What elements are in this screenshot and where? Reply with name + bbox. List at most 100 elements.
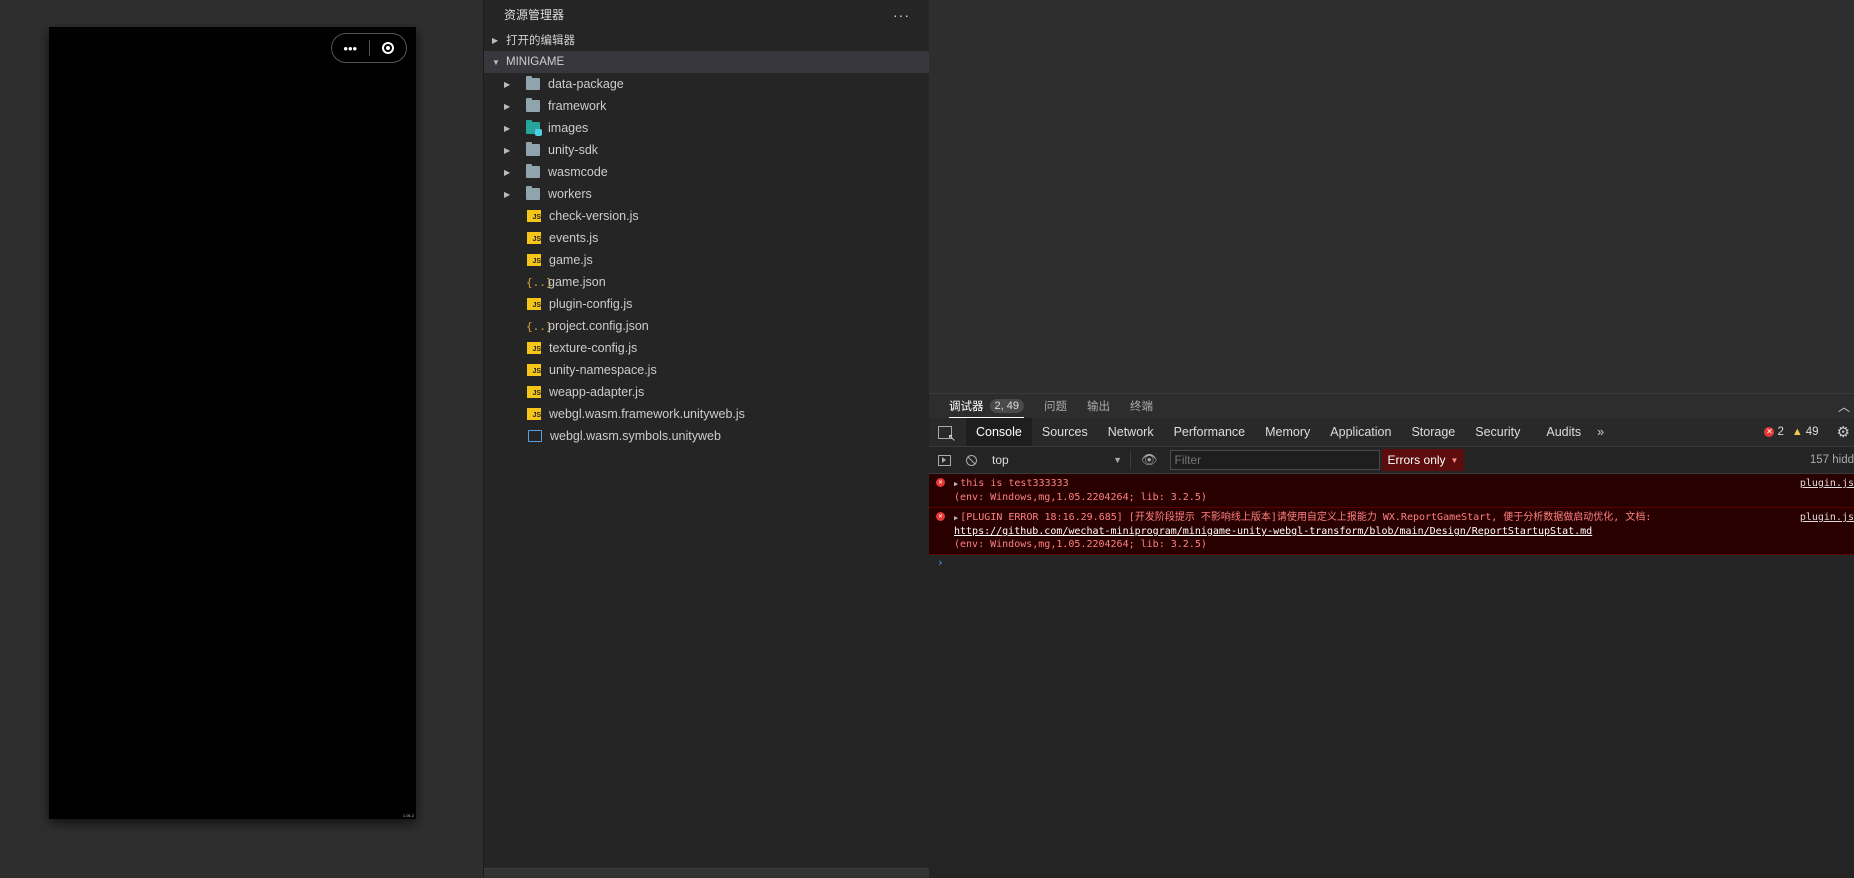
tab-output[interactable]: 输出 bbox=[1087, 394, 1110, 418]
tree-item[interactable]: ▶ framework bbox=[484, 95, 930, 117]
explorer-bottom-section[interactable] bbox=[484, 868, 930, 877]
js-file-icon: JS bbox=[527, 298, 541, 310]
tree-item-label: images bbox=[548, 121, 589, 135]
chevron-right-icon: ▶ bbox=[492, 35, 499, 45]
tree-item-label: game.js bbox=[549, 253, 593, 267]
tree-item[interactable]: ▶ images bbox=[484, 117, 930, 139]
tree-item[interactable]: JS events.js bbox=[484, 227, 930, 249]
tab-storage[interactable]: Storage bbox=[1401, 418, 1465, 446]
project-section[interactable]: ▼ MINIGAME bbox=[484, 51, 930, 73]
tree-item-label: texture-config.js bbox=[549, 341, 638, 355]
hidden-count: 157 hidd bbox=[1809, 454, 1854, 466]
tree-item[interactable]: ▶ data-package bbox=[484, 73, 930, 95]
source-link[interactable]: plugin.js bbox=[1800, 511, 1854, 524]
explorer-header: 资源管理器 ··· bbox=[484, 0, 930, 29]
log-levels-dropdown[interactable]: Errors only ▼ bbox=[1381, 449, 1465, 471]
sidebar-toggle-icon[interactable] bbox=[938, 454, 951, 466]
error-icon: ✕ bbox=[936, 478, 945, 487]
explorer-title: 资源管理器 bbox=[504, 8, 565, 22]
tab-sources[interactable]: Sources bbox=[1032, 418, 1098, 446]
gear-icon[interactable]: ⚙ bbox=[1837, 423, 1850, 441]
simulator-screen[interactable]: ••• 1.05.2 bbox=[49, 27, 416, 819]
tree-item[interactable]: {..} game.json bbox=[484, 271, 930, 293]
context-select[interactable]: top ▼ bbox=[992, 450, 1131, 470]
tree-item-label: webgl.wasm.framework.unityweb.js bbox=[549, 407, 745, 421]
console-error-message[interactable]: ✕ ▶ [PLUGIN ERROR 18:16.29.685] [开发阶段提示 不… bbox=[929, 508, 1854, 555]
dropdown-arrow-icon: ▼ bbox=[1450, 455, 1459, 465]
tree-item[interactable]: webgl.wasm.symbols.unityweb bbox=[484, 425, 930, 447]
tree-item-label: game.json bbox=[548, 275, 606, 289]
folder-icon bbox=[526, 142, 540, 156]
tab-label: 终端 bbox=[1129, 401, 1153, 413]
image-folder-icon bbox=[526, 120, 542, 136]
js-file-icon: JS bbox=[527, 254, 541, 266]
tree-item-label: check-version.js bbox=[549, 209, 639, 223]
expand-triangle-icon[interactable]: ▶ bbox=[954, 480, 958, 488]
file-icon bbox=[528, 430, 542, 442]
tree-item[interactable]: ▶ wasmcode bbox=[484, 161, 930, 183]
inspect-element-icon[interactable] bbox=[938, 425, 956, 444]
tab-network[interactable]: Network bbox=[1098, 418, 1164, 446]
tree-item-label: data-package bbox=[548, 77, 624, 91]
message-text: this is test333333 bbox=[960, 478, 1069, 489]
issue-counters[interactable]: ✕ 2 ▲ 49 ⚙ bbox=[1764, 418, 1854, 446]
tree-item[interactable]: JS plugin-config.js bbox=[484, 293, 930, 315]
tree-item[interactable]: JS texture-config.js bbox=[484, 337, 930, 359]
more-menu-button[interactable]: ••• bbox=[332, 34, 369, 62]
tab-audits[interactable]: Audits bbox=[1536, 418, 1591, 446]
js-file-icon: JS bbox=[527, 386, 541, 398]
folder-icon bbox=[526, 164, 540, 178]
debugger-count-badge: 2, 49 bbox=[989, 398, 1024, 413]
dropdown-arrow-icon: ▼ bbox=[1113, 455, 1122, 465]
chevron-up-icon[interactable]: ︿ bbox=[1838, 398, 1850, 415]
clear-console-icon[interactable] bbox=[966, 454, 977, 466]
tab-security[interactable]: Security bbox=[1465, 418, 1530, 446]
tree-item-label: unity-namespace.js bbox=[549, 363, 657, 377]
warning-count: 49 bbox=[1805, 426, 1819, 438]
chevron-down-icon: ▼ bbox=[492, 57, 500, 67]
tree-item[interactable]: JS weapp-adapter.js bbox=[484, 381, 930, 403]
devtools-toolbar: Console Sources Network Performance Memo… bbox=[929, 418, 1854, 447]
source-link[interactable]: plugin.js bbox=[1800, 477, 1854, 490]
tab-console[interactable]: Console bbox=[966, 418, 1032, 446]
more-tabs-icon[interactable]: » bbox=[1597, 425, 1604, 439]
error-count: 2 bbox=[1777, 426, 1784, 438]
file-tree: ▶ data-package ▶ framework ▶ images ▶ unity-sdk… bbox=[484, 73, 930, 447]
tab-memory[interactable]: Memory bbox=[1255, 418, 1320, 446]
chevron-right-icon: ▶ bbox=[504, 145, 511, 155]
tab-terminal[interactable]: 终端 bbox=[1130, 394, 1153, 418]
tree-item[interactable]: JS check-version.js bbox=[484, 205, 930, 227]
console-prompt[interactable]: › bbox=[929, 555, 1854, 571]
tab-label: 输出 bbox=[1086, 401, 1110, 413]
eye-icon[interactable]: 👁 bbox=[1141, 452, 1158, 468]
tree-item-label: unity-sdk bbox=[548, 143, 599, 157]
tree-item[interactable]: {..} project.config.json bbox=[484, 315, 930, 337]
tree-item[interactable]: ▶ workers bbox=[484, 183, 930, 205]
ellipsis-icon[interactable]: ··· bbox=[893, 7, 910, 23]
console-filter-bar: top ▼ 👁 Errors only ▼ 157 hidd bbox=[929, 447, 1854, 474]
more-dots-icon: ••• bbox=[343, 40, 358, 56]
message-text: [PLUGIN ERROR 18:16.29.685] [开发阶段提示 不影响线… bbox=[960, 512, 1652, 523]
js-file-icon: JS bbox=[527, 408, 541, 420]
filter-input[interactable] bbox=[1169, 450, 1380, 470]
tree-item[interactable]: ▶ unity-sdk bbox=[484, 139, 930, 161]
json-file-icon: {..} bbox=[526, 275, 553, 289]
expand-triangle-icon[interactable]: ▶ bbox=[954, 514, 958, 522]
tree-item[interactable]: JS unity-namespace.js bbox=[484, 359, 930, 381]
tree-item[interactable]: JS webgl.wasm.framework.unityweb.js bbox=[484, 403, 930, 425]
tree-item[interactable]: JS game.js bbox=[484, 249, 930, 271]
tab-application[interactable]: Application bbox=[1320, 418, 1401, 446]
panel-tabs: 调试器 2, 49 问题 输出 终端 ︿ bbox=[929, 394, 1854, 418]
tab-problems[interactable]: 问题 bbox=[1044, 394, 1067, 418]
doc-link[interactable]: https://github.com/wechat-miniprogram/mi… bbox=[954, 526, 1592, 537]
editor-area bbox=[929, 0, 1854, 393]
close-capsule-button[interactable] bbox=[369, 34, 406, 62]
console-error-message[interactable]: ✕ ▶ this is test333333 (env: Windows,mg,1… bbox=[929, 474, 1854, 508]
tab-label: 调试器 bbox=[949, 400, 984, 413]
tab-debugger[interactable]: 调试器 2, 49 bbox=[949, 394, 1024, 418]
tab-label: 问题 bbox=[1043, 401, 1067, 413]
tab-performance[interactable]: Performance bbox=[1164, 418, 1256, 446]
chevron-right-icon: ▶ bbox=[504, 167, 511, 177]
tree-item-label: framework bbox=[548, 99, 607, 113]
open-editors-section[interactable]: ▶ 打开的编辑器 bbox=[484, 29, 930, 51]
